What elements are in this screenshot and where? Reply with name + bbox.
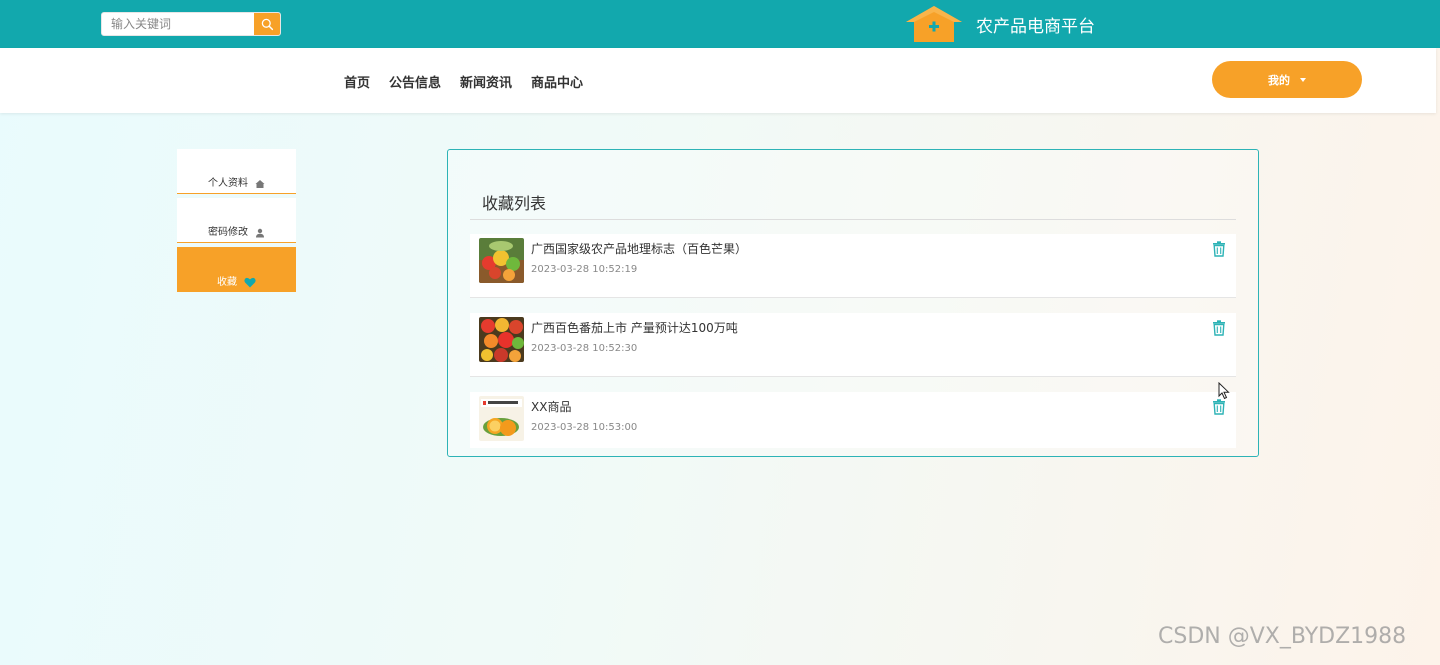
sidebar: 个人资料 密码修改 收藏 [177, 149, 296, 292]
mouse-cursor-icon [1218, 382, 1230, 400]
trash-icon[interactable] [1212, 241, 1226, 257]
item-name: 广西国家级农产品地理标志（百色芒果） [531, 242, 748, 256]
heart-icon [244, 277, 256, 288]
list-item[interactable]: 广西国家级农产品地理标志（百色芒果） 2023-03-28 10:52:19 [470, 234, 1236, 298]
sidebar-item-password[interactable]: 密码修改 [177, 198, 296, 243]
user-icon [256, 228, 264, 238]
nav-item-announcements[interactable]: 公告信息 [389, 72, 441, 91]
thumbnail-image [479, 317, 524, 362]
search-icon [261, 18, 273, 30]
item-time: 2023-03-28 10:53:00 [531, 422, 638, 433]
nav-item-products[interactable]: 商品中心 [531, 72, 583, 91]
my-account-button[interactable]: 我的 [1212, 61, 1362, 98]
sidebar-item-label: 收藏 [217, 277, 237, 288]
caret-down-icon [1300, 77, 1306, 82]
watermark: CSDN @VX_BYDZ1988 [1158, 624, 1407, 649]
nav-item-news[interactable]: 新闻资讯 [460, 72, 512, 91]
search-button[interactable] [254, 13, 280, 35]
logo[interactable] [904, 4, 964, 44]
trash-icon[interactable] [1212, 320, 1226, 336]
search-box [101, 12, 281, 36]
divider [470, 219, 1236, 220]
top-bar: 农产品电商平台 [0, 0, 1440, 48]
nav-links: 首页 公告信息 新闻资讯 商品中心 [344, 72, 583, 91]
list-item[interactable]: XX商品 2023-03-28 10:53:00 [470, 392, 1236, 448]
thumbnail-image [479, 396, 524, 441]
sidebar-item-favorites[interactable]: 收藏 [177, 247, 296, 292]
trash-icon[interactable] [1212, 399, 1226, 415]
item-time: 2023-03-28 10:52:19 [531, 264, 638, 275]
item-time: 2023-03-28 10:52:30 [531, 343, 638, 354]
search-input[interactable] [102, 13, 256, 35]
my-account-label: 我的 [1268, 73, 1290, 87]
item-name: XX商品 [531, 400, 572, 414]
list-item[interactable]: 广西百色番茄上市 产量预计达100万吨 2023-03-28 10:52:30 [470, 313, 1236, 377]
item-name: 广西百色番茄上市 产量预计达100万吨 [531, 321, 738, 335]
sidebar-item-profile[interactable]: 个人资料 [177, 149, 296, 194]
panel-title: 收藏列表 [482, 194, 547, 213]
house-logo-icon [906, 6, 962, 42]
home-icon [255, 180, 265, 188]
thumbnail-image [479, 238, 524, 283]
favorites-panel: 收藏列表 广西国家级农产品地理标志（百色芒果） 2023-03-28 10:52… [447, 149, 1259, 457]
sidebar-item-label: 密码修改 [208, 227, 248, 238]
sidebar-item-label: 个人资料 [208, 178, 248, 189]
nav-item-home[interactable]: 首页 [344, 72, 370, 91]
main-nav: 首页 公告信息 新闻资讯 商品中心 我的 [0, 48, 1436, 113]
site-title: 农产品电商平台 [976, 17, 1095, 37]
